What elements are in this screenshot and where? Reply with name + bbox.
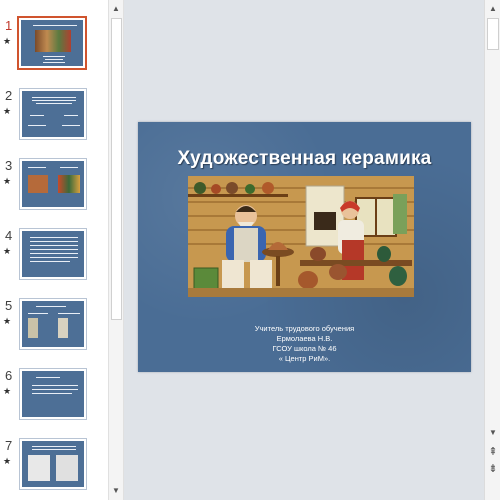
slide-number: 1 — [5, 18, 13, 33]
scrollbar-thumb[interactable] — [487, 18, 499, 50]
slide-thumbnail-7[interactable]: 7 ★ — [0, 438, 108, 500]
scrollbar-thumb[interactable] — [111, 18, 122, 320]
slide-title[interactable]: Художественная керамика — [138, 148, 471, 170]
animation-star-icon: ★ — [3, 386, 12, 396]
slide-number: 6 — [5, 368, 13, 383]
previous-slide-button[interactable]: ⇞ — [486, 445, 500, 459]
slide-number: 7 — [5, 438, 13, 453]
potter-workshop-illustration[interactable] — [188, 176, 414, 297]
animation-star-icon: ★ — [3, 176, 12, 186]
current-slide[interactable]: Художественная керамика Учитель трудовог… — [138, 122, 471, 372]
slide-thumbnail-5[interactable]: 5 ★ — [0, 298, 108, 360]
scroll-up-button[interactable]: ▲ — [486, 2, 500, 16]
slide-number: 3 — [5, 158, 13, 173]
thumbnail-frame[interactable] — [19, 228, 87, 280]
animation-star-icon: ★ — [3, 36, 12, 46]
slide-thumbnail-2[interactable]: 2 ★ — [0, 88, 108, 150]
thumbnail-preview — [22, 231, 84, 277]
thumbnail-preview — [22, 161, 84, 207]
slide-thumbnails-pane[interactable]: 1 ★ 2 ★ 3 ★ 4 ★ 5 ★ 6 ★ 7 ★ — [0, 0, 108, 500]
slide-thumbnail-1[interactable]: 1 ★ — [0, 16, 108, 80]
thumbnail-frame[interactable] — [17, 16, 87, 70]
scroll-down-button[interactable]: ▼ — [486, 426, 500, 440]
animation-star-icon: ★ — [3, 456, 12, 466]
animation-star-icon: ★ — [3, 316, 12, 326]
slide-thumbnail-4[interactable]: 4 ★ — [0, 228, 108, 290]
thumbnail-frame[interactable] — [19, 88, 87, 140]
slide-number: 5 — [5, 298, 13, 313]
scroll-down-button[interactable]: ▼ — [109, 484, 123, 498]
thumbnail-preview — [22, 441, 84, 487]
thumbnail-frame[interactable] — [19, 158, 87, 210]
subtitle-line: ГСОУ школа № 46 — [272, 344, 337, 353]
slide-thumbnail-6[interactable]: 6 ★ — [0, 368, 108, 430]
slide-number: 4 — [5, 228, 13, 243]
slide-number: 2 — [5, 88, 13, 103]
slide-thumbnail-3[interactable]: 3 ★ — [0, 158, 108, 220]
slide-subtitle[interactable]: Учитель трудового обучения Ермолаева Н.В… — [138, 324, 471, 364]
thumbnail-preview — [21, 20, 83, 66]
subtitle-line: Ермолаева Н.В. — [276, 334, 333, 343]
thumbnail-frame[interactable] — [19, 298, 87, 350]
thumbnail-preview — [22, 301, 84, 347]
thumbnail-frame[interactable] — [19, 438, 87, 490]
thumbnail-frame[interactable] — [19, 368, 87, 420]
thumbnail-preview — [22, 371, 84, 417]
thumbnails-scrollbar[interactable]: ▲ ▼ — [108, 0, 124, 500]
animation-star-icon: ★ — [3, 106, 12, 116]
next-slide-button[interactable]: ⇟ — [486, 462, 500, 476]
subtitle-line: Учитель трудового обучения — [254, 324, 355, 333]
subtitle-line: « Центр РиМ». — [278, 354, 331, 363]
thumbnail-preview — [22, 91, 84, 137]
animation-star-icon: ★ — [3, 246, 12, 256]
slide-editor-area[interactable]: Художественная керамика Учитель трудовог… — [124, 0, 484, 500]
scroll-up-button[interactable]: ▲ — [109, 2, 123, 16]
editor-scrollbar[interactable]: ▲ ▼ ⇞ ⇟ — [484, 0, 500, 500]
